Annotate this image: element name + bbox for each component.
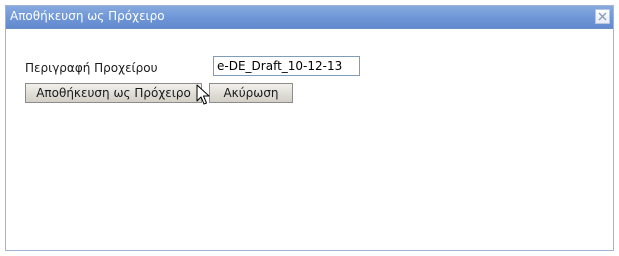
close-icon[interactable] [595,9,610,24]
dialog-titlebar[interactable]: Αποθήκευση ως Πρόχειρο [6,6,613,29]
dialog-title: Αποθήκευση ως Πρόχειρο [10,9,165,23]
save-as-draft-button[interactable]: Αποθήκευση ως Πρόχειρο [25,83,202,103]
dialog-content: Περιγραφή Προχείρου Αποθήκευση ως Πρόχει… [6,29,613,250]
save-draft-dialog: Αποθήκευση ως Πρόχειρο Περιγραφή Προχείρ… [5,5,614,251]
cancel-button[interactable]: Ακύρωση [209,83,293,103]
draft-description-label: Περιγραφή Προχείρου [25,61,158,75]
draft-description-input[interactable] [213,56,360,76]
